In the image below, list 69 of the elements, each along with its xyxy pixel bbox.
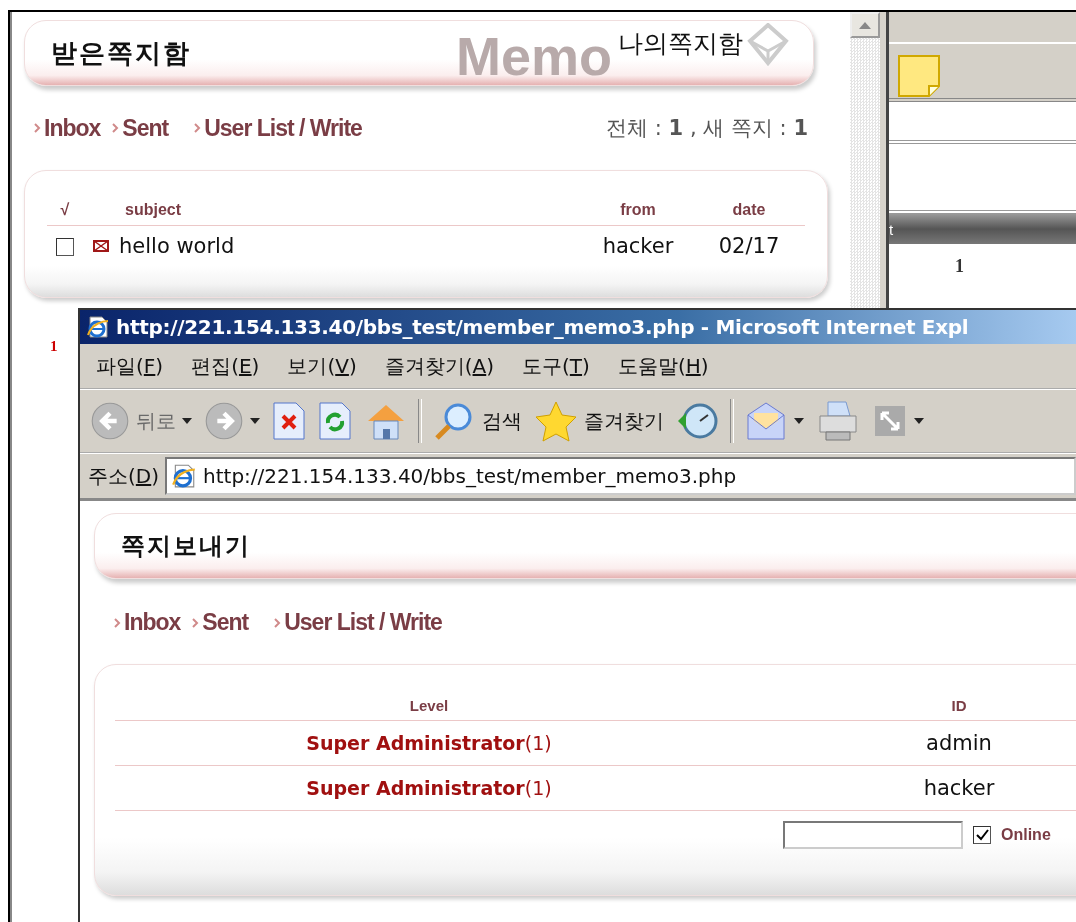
stop-button[interactable]: [270, 401, 308, 441]
address-field[interactable]: http://221.154.133.40/bbs_test/member_memo3.php: [165, 457, 1076, 495]
page-title: 받은쪽지함: [51, 36, 191, 70]
nav-link[interactable]: User List / Write: [194, 114, 362, 142]
checkbox[interactable]: [56, 238, 74, 256]
chevron-icon: [192, 617, 200, 628]
window-title: http://221.154.133.40/bbs_test/member_memo3.php - Microsoft Internet Expl: [116, 315, 969, 339]
chevron-icon: [274, 617, 282, 628]
table-cell: 02/17: [693, 225, 805, 266]
browser-page-icon: [86, 315, 110, 339]
menu-item[interactable]: 파일(F): [96, 352, 164, 380]
column-header: from: [583, 195, 693, 226]
menu-item[interactable]: 도구(T): [522, 352, 590, 380]
caret-icon: [182, 418, 192, 424]
level-text: Super Administrator(1): [306, 732, 552, 754]
nav-link[interactable]: Inbox: [114, 609, 181, 636]
search-field[interactable]: [783, 821, 963, 849]
checkbox[interactable]: [973, 826, 991, 844]
column-header: √: [47, 195, 83, 226]
row-number: 1: [50, 338, 58, 354]
message-count: 전체 : 1 , 새 쪽지 : 1: [606, 115, 808, 142]
online-label: Online: [1001, 826, 1051, 844]
level-text: Super Administrator(1): [306, 777, 552, 799]
nav-link[interactable]: Sent: [112, 114, 169, 142]
caret-icon: [250, 418, 260, 424]
table-cell: admin: [743, 720, 1076, 766]
chevron-icon: [114, 617, 121, 628]
caret-icon: [914, 418, 924, 424]
up-arrow-icon: [859, 21, 871, 29]
favorites-button[interactable]: 즐겨찾기: [532, 400, 666, 442]
mail-icon: [744, 401, 788, 441]
table-cell: hacker: [743, 765, 1076, 811]
page-subtitle: 나의쪽지함: [618, 28, 743, 60]
history-clock-icon: [676, 401, 720, 441]
refresh-button[interactable]: [316, 401, 354, 441]
browser-page-icon: [171, 463, 198, 489]
nav-link[interactable]: User List / Write: [274, 609, 442, 636]
printer-icon: [816, 400, 860, 442]
scrollbar[interactable]: [850, 12, 886, 308]
column-header: date: [693, 195, 805, 226]
nav-link[interactable]: Sent: [192, 609, 249, 636]
table-cell-text: 1: [955, 256, 965, 277]
nav-link[interactable]: Inbox: [34, 114, 101, 142]
table-cell: hacker: [583, 225, 693, 266]
refresh-icon: [318, 401, 352, 441]
page-title: 쪽지보내기: [121, 531, 251, 562]
chevron-icon: [194, 123, 202, 133]
star-icon: [534, 400, 578, 442]
envelope-icon: [93, 240, 109, 252]
column-header: subject: [83, 195, 583, 226]
menu-item[interactable]: 도움말(H): [617, 352, 709, 380]
stop-icon: [272, 401, 306, 441]
chevron-icon: [34, 123, 41, 133]
message-subject[interactable]: hello world: [119, 234, 235, 258]
memo-watermark-logo: Memo: [456, 29, 612, 83]
column-header: ID: [743, 691, 1076, 721]
menu-item[interactable]: 보기(V): [287, 352, 357, 380]
column-header: Level: [115, 691, 743, 721]
address-label: 주소(D): [88, 462, 160, 490]
expand-icon: [872, 403, 908, 439]
menu-item[interactable]: 편집(E): [191, 352, 260, 380]
chevron-icon: [112, 123, 120, 133]
scroll-up-button[interactable]: [850, 12, 880, 38]
sticky-note-icon: [897, 54, 941, 98]
search-button[interactable]: 검색: [430, 401, 524, 441]
caret-icon: [794, 418, 804, 424]
menu-item[interactable]: 즐겨찾기(A): [384, 352, 495, 380]
column-header: t: [889, 220, 894, 238]
url-text: http://221.154.133.40/bbs_test/member_memo3.php: [203, 464, 737, 488]
